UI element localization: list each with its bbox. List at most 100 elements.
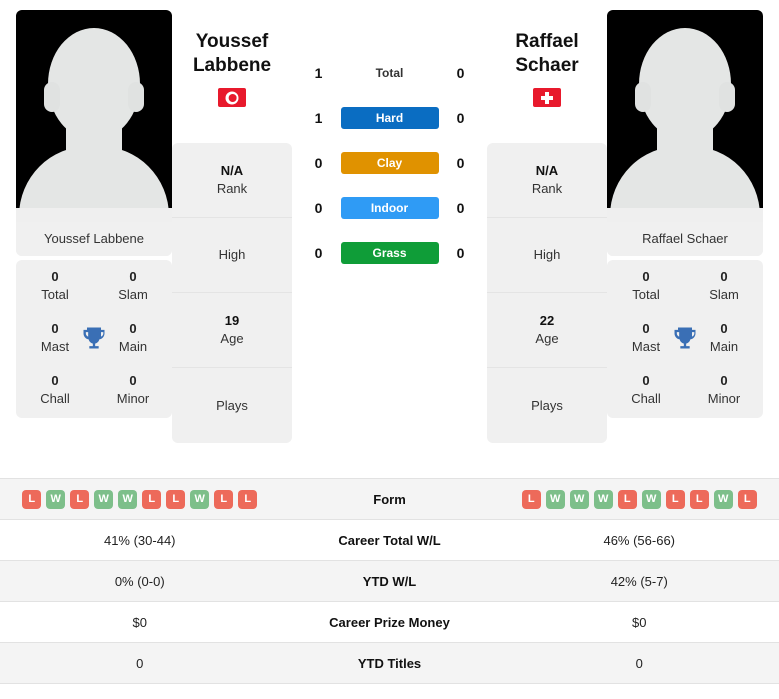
right-titles-minor-value: 0	[720, 373, 728, 388]
form-badge-loss[interactable]: L	[617, 489, 637, 509]
right-rank-row: N/A Rank	[487, 143, 607, 218]
left-stat-value: LWLWWLLWLL	[0, 489, 280, 509]
left-player-photo-column: Youssef Labbene 0 Total 0 Slam 0 Mast 0 …	[16, 10, 172, 418]
left-age-value: 19	[224, 313, 240, 328]
right-titles-chall-value: 0	[642, 373, 650, 388]
form-badge-loss[interactable]: L	[142, 489, 162, 509]
right-player-info-card: N/A Rank High 22 Age Plays	[487, 143, 607, 443]
right-player-info-column: Raffael Schaer N/A Rank High 22 Age Play…	[487, 10, 607, 443]
form-badge-loss[interactable]: L	[737, 489, 757, 509]
form-badge-loss[interactable]: L	[238, 489, 258, 509]
h2h-label-grass[interactable]: Grass	[340, 242, 439, 264]
right-titles-total-label: Total	[632, 287, 660, 302]
form-badge-loss[interactable]: L	[22, 489, 42, 509]
h2h-right-score: 0	[456, 110, 465, 126]
right-high-row: High	[487, 218, 607, 293]
form-badge-loss[interactable]: L	[70, 489, 90, 509]
form-badge-win[interactable]: W	[713, 489, 733, 509]
table-row: 0% (0-0) YTD W/L 42% (5-7)	[0, 561, 779, 602]
h2h-left-score: 0	[314, 200, 323, 216]
silhouette-floor	[16, 208, 172, 222]
right-stat-value: 46% (56-66)	[603, 532, 676, 548]
right-titles-minor-label: Minor	[707, 391, 741, 406]
form-badge-win[interactable]: W	[94, 489, 114, 509]
right-player-photo-card[interactable]: Raffael Schaer	[607, 10, 763, 256]
left-stat-value: 0	[136, 655, 144, 671]
h2h-left-score: 0	[314, 155, 323, 171]
left-age-label: Age	[220, 331, 244, 346]
flag-star: ★	[230, 94, 238, 101]
left-rank-label: Rank	[216, 181, 248, 196]
h2h-label-total: Total	[375, 66, 404, 80]
left-titles-total-label: Total	[41, 287, 69, 302]
left-plays-label: Plays	[216, 397, 248, 413]
player-header-section: Youssef Labbene 0 Total 0 Slam 0 Mast 0 …	[0, 0, 779, 478]
form-badge-win[interactable]: W	[118, 489, 138, 509]
left-player-titles-card: 0 Total 0 Slam 0 Mast 0 Main 0 Chall 0 M…	[16, 260, 172, 418]
flag-switzerland-icon	[533, 88, 561, 107]
form-badge-loss[interactable]: L	[689, 489, 709, 509]
trophy-icon	[83, 327, 105, 349]
stat-label: YTD W/L	[362, 573, 417, 589]
left-stat-value: 0% (0-0)	[114, 573, 165, 589]
form-badge-win[interactable]: W	[545, 489, 565, 509]
form-badge-loss[interactable]: L	[521, 489, 541, 509]
form-badge-win[interactable]: W	[569, 489, 589, 509]
right-titles-slam-value: 0	[720, 269, 728, 284]
head-to-head-section: 1 Total 0 1 Hard 0 0 Clay 0 0 Indoor 0 0 Grass 0	[292, 10, 487, 287]
form-badge-win[interactable]: W	[593, 489, 613, 509]
h2h-label-clay[interactable]: Clay	[340, 152, 439, 174]
h2h-row-total: 1 Total 0	[292, 62, 487, 84]
table-row: 41% (30-44) Career Total W/L 46% (56-66)	[0, 520, 779, 561]
left-titles-minor-label: Minor	[116, 391, 150, 406]
table-row: $0 Career Prize Money $0	[0, 602, 779, 643]
left-high-label: High	[218, 247, 246, 262]
left-rank-value: N/A	[220, 163, 244, 178]
form-badge-loss[interactable]: L	[665, 489, 685, 509]
right-titles-grid: 0 Total 0 Slam 0 Mast 0 Main 0 Chall 0 M…	[607, 268, 763, 408]
h2h-right-score: 0	[456, 245, 465, 261]
right-titles-chall: 0 Chall	[607, 372, 685, 408]
right-player-last-name: Schaer	[515, 55, 579, 76]
silhouette-ear-right	[719, 82, 735, 112]
stat-label: Career Total W/L	[338, 532, 441, 548]
form-badge-loss[interactable]: L	[214, 489, 234, 509]
right-titles-total: 0 Total	[607, 268, 685, 304]
left-high-row: High	[172, 218, 292, 293]
right-player-name-caption: Raffael Schaer	[607, 222, 763, 256]
form-badge-win[interactable]: W	[190, 489, 210, 509]
right-age-label: Age	[535, 331, 559, 346]
table-row: 0 YTD Titles 0	[0, 643, 779, 684]
h2h-row-grass: 0 Grass 0	[292, 242, 487, 264]
left-player-photo-card[interactable]: Youssef Labbene	[16, 10, 172, 256]
left-player-info-card: N/A Rank High 19 Age Plays	[172, 143, 292, 443]
left-player-first-name: Youssef	[195, 31, 269, 52]
form-badge-win[interactable]: W	[46, 489, 66, 509]
right-stat-value: 0	[635, 655, 643, 671]
right-player-photo-column: Raffael Schaer 0 Total 0 Slam 0 Mast 0 M…	[607, 10, 763, 418]
right-high-label: High	[533, 247, 561, 262]
stat-label: Career Prize Money	[329, 614, 450, 630]
right-plays-label: Plays	[531, 397, 563, 413]
right-titles-total-value: 0	[642, 269, 650, 284]
form-badge-win[interactable]: W	[641, 489, 661, 509]
left-stat-value: 41% (30-44)	[103, 532, 176, 548]
right-form-list: LWWWLWLLWL	[500, 489, 779, 509]
right-rank-label: Rank	[531, 181, 563, 196]
h2h-label-indoor[interactable]: Indoor	[340, 197, 439, 219]
silhouette-ear-left	[44, 82, 60, 112]
left-player-info-column: Youssef Labbene ★ N/A Rank High 19 Age P…	[172, 10, 292, 443]
comparison-stats-table: L W L W W L L W L L Form L W W W L W L L W L 41% (30-44) Caree…	[0, 478, 779, 684]
left-player-avatar	[16, 10, 172, 222]
h2h-right-score: 0	[456, 200, 465, 216]
h2h-left-score: 1	[314, 110, 323, 126]
silhouette-ear-left	[635, 82, 651, 112]
h2h-row-indoor: 0 Indoor 0	[292, 197, 487, 219]
right-player-titles-card: 0 Total 0 Slam 0 Mast 0 Main 0 Chall 0 M…	[607, 260, 763, 418]
right-player-first-name: Raffael	[515, 31, 579, 52]
left-plays-row: Plays	[172, 368, 292, 443]
h2h-label-hard[interactable]: Hard	[340, 107, 439, 129]
form-badge-loss[interactable]: L	[166, 489, 186, 509]
right-titles-chall-label: Chall	[631, 391, 661, 406]
h2h-right-score: 0	[456, 65, 465, 81]
